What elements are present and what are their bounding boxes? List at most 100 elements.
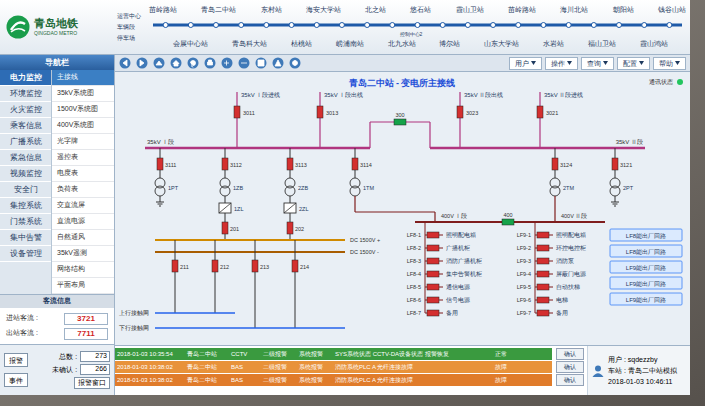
- nav-category[interactable]: 乘客信息: [0, 118, 51, 134]
- breaker[interactable]: [234, 106, 240, 118]
- station-marker[interactable]: [213, 23, 218, 28]
- nav-subitem[interactable]: 35kV系统图: [52, 86, 114, 102]
- circuit-button[interactable]: LF9能出厂回路: [610, 261, 682, 273]
- back-icon[interactable]: [119, 57, 131, 69]
- station-name[interactable]: 会展中心站: [173, 40, 208, 48]
- zoom-in-icon[interactable]: [221, 57, 233, 69]
- nav-subitem[interactable]: 负荷表: [52, 182, 114, 198]
- circuit-button[interactable]: LF8能出厂回路: [610, 229, 682, 241]
- nav-subitem[interactable]: 400V系统图: [52, 118, 114, 134]
- confirm-button[interactable]: 确认: [556, 348, 584, 360]
- menu-button[interactable]: 操作: [545, 57, 578, 70]
- breaker[interactable]: [427, 245, 439, 251]
- station-marker[interactable]: [339, 23, 344, 28]
- station-name[interactable]: 朝阳站: [613, 6, 634, 14]
- nav-subitem[interactable]: 自然通风: [52, 230, 114, 246]
- breaker[interactable]: [537, 297, 549, 303]
- circuit-button[interactable]: LF8能出厂回路: [610, 245, 682, 257]
- confirm-button[interactable]: 确认: [556, 374, 584, 386]
- refresh-icon[interactable]: [187, 57, 199, 69]
- nav-category[interactable]: 门禁系统: [0, 214, 51, 230]
- station-marker[interactable]: [541, 23, 546, 28]
- breaker[interactable]: [427, 297, 439, 303]
- circuit-button[interactable]: LF9能出厂回路: [610, 277, 682, 289]
- breaker[interactable]: [427, 284, 439, 290]
- station-name[interactable]: 霞山鸿站: [640, 40, 668, 48]
- confirm-button[interactable]: 确认: [556, 361, 584, 373]
- station-name[interactable]: 悠石站: [410, 6, 431, 14]
- nav-category[interactable]: 视频监控: [0, 166, 51, 182]
- breaker[interactable]: [212, 260, 218, 272]
- nav-subitem[interactable]: 遥控表: [52, 150, 114, 166]
- breaker[interactable]: [172, 260, 178, 272]
- breaker[interactable]: [552, 158, 558, 170]
- up-icon[interactable]: [153, 57, 165, 69]
- menu-button[interactable]: 配置: [617, 57, 650, 70]
- station-marker[interactable]: [491, 23, 496, 28]
- station-name[interactable]: 水岩站: [543, 40, 564, 48]
- breaker[interactable]: [287, 222, 293, 234]
- nav-category[interactable]: 安全门: [0, 182, 51, 198]
- station-marker[interactable]: [642, 23, 647, 28]
- depot-label[interactable]: 运营中心: [117, 12, 145, 20]
- breaker[interactable]: [537, 245, 549, 251]
- nav-category[interactable]: 环境监控: [0, 86, 51, 102]
- alarm-row[interactable]: 2018-01-03 10:38:02青岛二中站BAS二级报警系统报警消防系统P…: [115, 361, 552, 373]
- station-marker[interactable]: [415, 23, 420, 28]
- alarm-button[interactable]: 报警: [4, 353, 28, 367]
- breaker[interactable]: [427, 232, 439, 238]
- station-marker[interactable]: [239, 23, 244, 28]
- station-name[interactable]: 崂浦南站: [336, 40, 364, 48]
- station-name[interactable]: 福山卫站: [588, 40, 616, 48]
- nav-subitem[interactable]: 平面布局: [52, 278, 114, 294]
- station-marker[interactable]: [440, 23, 445, 28]
- fit-icon[interactable]: [255, 57, 267, 69]
- menu-button[interactable]: 查询: [581, 57, 614, 70]
- station-name[interactable]: 山东大学站: [484, 40, 519, 48]
- home-icon[interactable]: [170, 57, 182, 69]
- nav-category[interactable]: 集中告警: [0, 230, 51, 246]
- nav-subitem[interactable]: 直流电源: [52, 214, 114, 230]
- station-name[interactable]: 北之站: [365, 6, 386, 14]
- depot-label[interactable]: 停车场: [117, 34, 145, 42]
- station-marker[interactable]: [289, 23, 294, 28]
- station-marker[interactable]: [617, 23, 622, 28]
- nav-subitem[interactable]: 主接线: [52, 70, 114, 86]
- nav-category[interactable]: 紧急信息: [0, 150, 51, 166]
- menu-button[interactable]: 帮助: [653, 57, 686, 70]
- event-button[interactable]: 事件: [4, 373, 28, 387]
- station-marker[interactable]: [163, 23, 168, 28]
- nav-subitem[interactable]: 网络结构: [52, 262, 114, 278]
- nav-category[interactable]: 电力监控: [0, 70, 51, 86]
- breaker[interactable]: [427, 271, 439, 277]
- breaker[interactable]: [537, 310, 549, 316]
- station-marker[interactable]: [591, 23, 596, 28]
- breaker[interactable]: [502, 219, 514, 225]
- breaker[interactable]: [352, 158, 358, 170]
- breaker[interactable]: [252, 260, 258, 272]
- zoom-out-icon[interactable]: [238, 57, 250, 69]
- nav-subitem[interactable]: 电度表: [52, 166, 114, 182]
- nav-category[interactable]: 火灾监控: [0, 102, 51, 118]
- station-name[interactable]: 枯桃站: [291, 40, 312, 48]
- breaker[interactable]: [427, 258, 439, 264]
- station-name[interactable]: 钱谷山站: [658, 6, 686, 14]
- station-name[interactable]: 青岛科大站: [232, 40, 267, 48]
- breaker[interactable]: [537, 271, 549, 277]
- station-name[interactable]: 霞山卫站: [456, 6, 484, 14]
- station-name[interactable]: 海川北站: [560, 6, 588, 14]
- breaker[interactable]: [537, 284, 549, 290]
- station-name[interactable]: 青岛二中站: [201, 6, 236, 14]
- breaker[interactable]: [537, 232, 549, 238]
- breaker[interactable]: [222, 222, 228, 234]
- nav-subitem[interactable]: 35kV遥测: [52, 246, 114, 262]
- alarm-row[interactable]: 2018-01-03 10:35:54青岛二中站CCTV二级报警系统报警SYS系…: [115, 348, 552, 360]
- station-name[interactable]: 海安大学站: [306, 6, 341, 14]
- station-marker[interactable]: [390, 23, 395, 28]
- station-name[interactable]: 北九水站: [388, 40, 416, 48]
- station-marker[interactable]: [465, 23, 470, 28]
- station-name[interactable]: 苗岭路站: [149, 6, 177, 14]
- alarm-icon[interactable]: [272, 57, 284, 69]
- nav-category[interactable]: 集控系统: [0, 198, 51, 214]
- station-marker[interactable]: [516, 23, 521, 28]
